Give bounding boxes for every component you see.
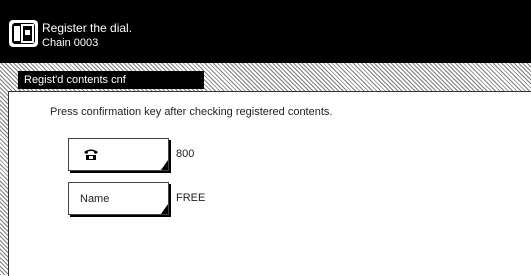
- header-bar: Register the dial. Chain 0003: [0, 0, 531, 63]
- instruction-text: Press confirmation key after checking re…: [50, 106, 333, 118]
- telephone-icon: [83, 148, 99, 166]
- phone-number-key[interactable]: [68, 138, 169, 171]
- name-key[interactable]: Name: [68, 182, 169, 215]
- panel-title: Regist'd contents cnf: [18, 71, 204, 89]
- header-message: Register the dial.: [42, 21, 133, 35]
- key-corner-mark: [161, 160, 168, 170]
- phone-number-value: 800: [176, 148, 195, 160]
- name-value: FREE: [176, 192, 206, 204]
- fax-panel-icon: [9, 20, 38, 47]
- key-corner-mark: [161, 204, 168, 214]
- header-chain-number: Chain 0003: [42, 37, 99, 49]
- name-key-label: Name: [80, 193, 110, 205]
